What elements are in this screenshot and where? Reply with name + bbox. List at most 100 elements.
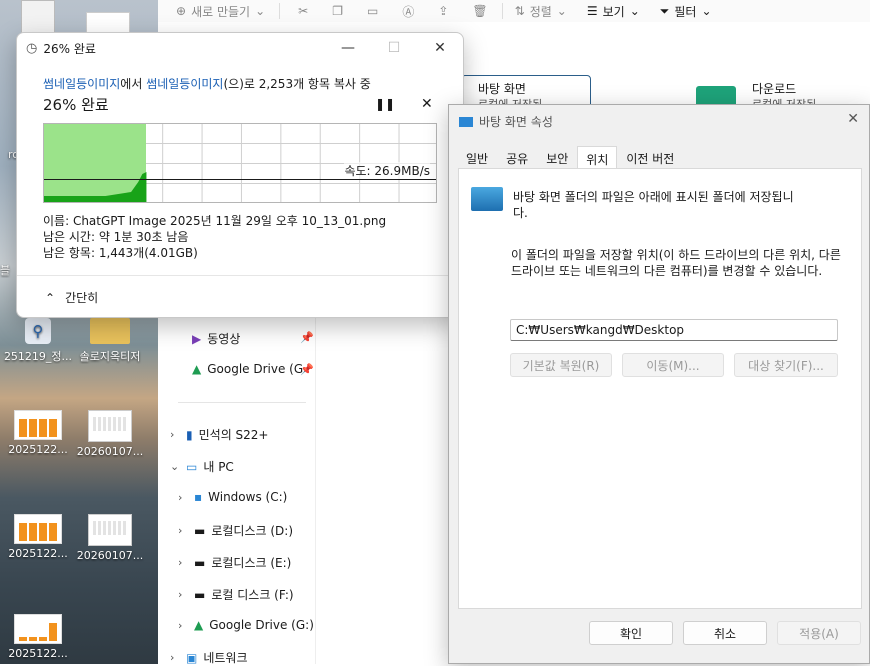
image-thumbnail bbox=[14, 514, 62, 544]
app-icon: ⚲ bbox=[25, 318, 51, 344]
nav-label: Google Drive (G bbox=[207, 362, 304, 376]
desktop-icon[interactable]: 솔로지옥티저 bbox=[72, 318, 148, 364]
pause-button[interactable]: ❚❚ bbox=[375, 97, 395, 111]
clock-icon: ◷ bbox=[26, 40, 38, 56]
folder-path-field[interactable]: C:₩Users₩kangd₩Desktop bbox=[510, 319, 838, 341]
copy-button[interactable]: ❐ bbox=[332, 4, 343, 18]
drive-icon: ▬ bbox=[194, 523, 206, 538]
cut-button[interactable]: ✂ bbox=[298, 4, 308, 18]
desktop-icon[interactable]: 20260107... bbox=[72, 410, 148, 458]
desktop-icon[interactable]: ⚲ 251219_정... bbox=[0, 318, 76, 364]
move-button[interactable]: 이동(M)... bbox=[622, 353, 724, 377]
pin-icon[interactable]: 📌 bbox=[300, 363, 314, 376]
nav-item-videos[interactable]: ▶ 동영상 bbox=[192, 330, 240, 347]
desktop-icon[interactable]: 2025122... bbox=[0, 614, 76, 660]
nav-item-phone[interactable]: › ▮ 민석의 S22+ bbox=[170, 426, 269, 443]
nav-label: Google Drive (G:) bbox=[209, 618, 314, 632]
minimize-button[interactable]: — bbox=[325, 33, 371, 63]
google-drive-icon: ▲ bbox=[194, 618, 204, 632]
image-thumbnail bbox=[14, 410, 62, 440]
close-button[interactable]: ✕ bbox=[847, 111, 859, 127]
chevron-down-icon: ⌄ bbox=[701, 4, 712, 18]
delete-button[interactable]: 🗑 bbox=[472, 4, 487, 18]
current-speed-line bbox=[44, 179, 436, 180]
apply-button[interactable]: 적용(A) bbox=[777, 621, 861, 645]
divider bbox=[17, 275, 463, 276]
desktop-icon-label: 251219_정... bbox=[3, 350, 73, 363]
chevron-down-icon: ⌄ bbox=[170, 460, 180, 473]
to-text: (으)로 2,253개 항목 복사 중 bbox=[223, 77, 371, 91]
chevron-right-icon: › bbox=[178, 618, 183, 632]
nav-item-drive-f[interactable]: › ▬ 로컬 디스크 (F:) bbox=[178, 586, 294, 603]
plus-icon: ⊕ bbox=[176, 4, 187, 18]
nav-item-google-drive-pinned[interactable]: ▲ Google Drive (G bbox=[192, 362, 303, 376]
restore-default-button[interactable]: 기본값 복원(R) bbox=[510, 353, 612, 377]
chevron-right-icon: › bbox=[170, 428, 175, 441]
scissors-icon: ✂ bbox=[298, 4, 309, 18]
chevron-down-icon: ⌄ bbox=[556, 4, 567, 18]
file-name-line: 이름: ChatGPT Image 2025년 11월 29일 오후 10_13… bbox=[43, 214, 387, 228]
from-text: 에서 bbox=[120, 77, 147, 91]
nav-item-this-pc[interactable]: ⌄ ▭ 내 PC bbox=[170, 458, 234, 475]
folder-icon bbox=[90, 318, 130, 344]
nav-item-drive-d[interactable]: › ▬ 로컬디스크 (D:) bbox=[178, 522, 293, 539]
new-label: 새로 만들기 bbox=[191, 4, 251, 19]
cancel-button[interactable]: 취소 bbox=[683, 621, 767, 645]
desktop-icon-label: 2025122... bbox=[8, 647, 68, 660]
nav-label: 네트워크 bbox=[203, 651, 248, 665]
chevron-up-icon: ⌃ bbox=[45, 290, 56, 305]
nav-label: 민석의 S22+ bbox=[198, 428, 269, 442]
nav-item-drive-e[interactable]: › ▬ 로컬디스크 (E:) bbox=[178, 554, 291, 571]
find-target-button[interactable]: 대상 찾기(F)... bbox=[734, 353, 838, 377]
close-button[interactable]: ✕ bbox=[417, 33, 463, 63]
chevron-right-icon: › bbox=[178, 588, 183, 601]
copy-progress-dialog: ◷ 26% 완료 — ☐ ✕ 썸네일등이미지에서 썸네일등이미지(으)로 2,2… bbox=[16, 32, 464, 318]
sort-label: 정렬 bbox=[529, 4, 552, 19]
sort-button[interactable]: ⇅ 정렬 ⌄ bbox=[515, 3, 567, 20]
phone-icon: ▮ bbox=[186, 427, 193, 442]
folder-name: 다운로드 bbox=[752, 82, 797, 96]
maximize-button[interactable]: ☐ bbox=[371, 33, 417, 63]
chevron-right-icon: › bbox=[178, 490, 183, 504]
filter-button[interactable]: ⏷ 필터 ⌄ bbox=[660, 3, 712, 20]
nav-item-network[interactable]: › ▣ 네트워크 bbox=[170, 649, 248, 666]
desktop-icon-label: 2025122... bbox=[8, 443, 68, 456]
nav-label: 로컬디스크 (D:) bbox=[211, 524, 294, 538]
desktop-icon-label: 20260107... bbox=[76, 445, 144, 458]
source-folder-link[interactable]: 썸네일등이미지 bbox=[43, 77, 120, 91]
rename-button[interactable]: Ⓐ bbox=[402, 3, 414, 20]
desktop-icon[interactable]: 20260107... bbox=[72, 514, 148, 562]
drive-icon: ▬ bbox=[194, 587, 206, 602]
paste-button[interactable]: ▭ bbox=[367, 4, 378, 18]
share-button[interactable]: ⇪ bbox=[438, 4, 448, 18]
nav-item-drive-g[interactable]: › ▲ Google Drive (G:) bbox=[178, 618, 314, 632]
desktop-icon[interactable]: 2025122... bbox=[0, 514, 76, 560]
chevron-down-icon: ⌄ bbox=[629, 4, 640, 18]
view-button[interactable]: ☰ 보기 ⌄ bbox=[587, 3, 640, 20]
paste-icon: ▭ bbox=[366, 4, 379, 18]
pin-icon[interactable]: 📌 bbox=[300, 331, 314, 344]
cancel-copy-button[interactable]: ✕ bbox=[421, 96, 433, 112]
nav-label: Windows (C:) bbox=[208, 490, 288, 504]
location-tab-panel: 바탕 화면 폴더의 파일은 아래에 표시된 폴더에 저장됩니다. 이 폴더의 파… bbox=[458, 168, 862, 609]
ok-button[interactable]: 확인 bbox=[589, 621, 673, 645]
chevron-down-icon: ⌄ bbox=[255, 4, 266, 18]
new-button[interactable]: ⊕ 새로 만들기 ⌄ bbox=[176, 3, 265, 20]
network-icon: ▣ bbox=[186, 650, 198, 665]
sort-icon: ⇅ bbox=[514, 4, 525, 18]
window-controls: — ☐ ✕ bbox=[325, 33, 463, 63]
destination-folder-link[interactable]: 썸네일등이미지 bbox=[146, 77, 223, 91]
divider bbox=[178, 402, 306, 403]
collapse-details-button[interactable]: ⌃ 간단히 bbox=[45, 289, 98, 306]
filter-icon: ⏷ bbox=[659, 3, 670, 18]
nav-item-drive-c[interactable]: › ▪ Windows (C:) bbox=[178, 490, 287, 504]
desktop-icon[interactable]: 2025122... bbox=[0, 410, 76, 456]
view-label: 보기 bbox=[602, 4, 625, 19]
dialog-title: 바탕 화면 속성 bbox=[479, 115, 553, 129]
desktop-icon-label: 20260107... bbox=[76, 549, 144, 562]
view-icon: ☰ bbox=[586, 4, 598, 18]
transfer-speed-graph: 속도: 26.9MB/s bbox=[43, 123, 437, 203]
desktop-folder-icon bbox=[459, 116, 473, 127]
file-thumbnail[interactable] bbox=[86, 12, 130, 34]
rename-icon: Ⓐ bbox=[402, 4, 415, 19]
